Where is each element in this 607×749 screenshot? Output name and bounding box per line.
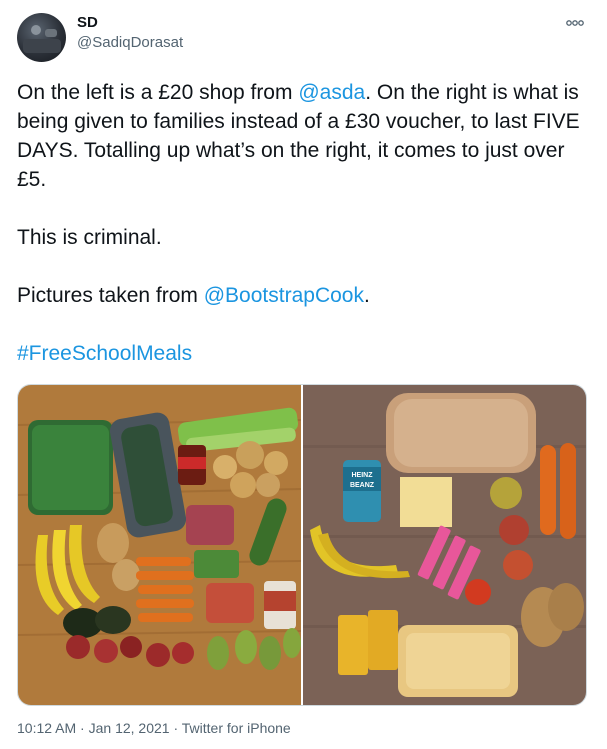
tweet-date-link[interactable]: Jan 12, 2021 bbox=[89, 720, 170, 736]
tweet-time-link[interactable]: 10:12 AM bbox=[17, 720, 76, 736]
more-options-icon bbox=[566, 20, 584, 26]
avatar-detail bbox=[23, 39, 61, 53]
meta-separator: · bbox=[169, 720, 182, 736]
tweet-paragraph: This is criminal. bbox=[17, 226, 162, 249]
tweet-text-segment: On the left is a £20 shop from bbox=[17, 81, 299, 104]
can-label-heinz: HEINZ bbox=[352, 472, 374, 479]
tweet-media[interactable]: HEINZ BEANZ bbox=[17, 384, 587, 706]
avatar[interactable] bbox=[17, 13, 66, 62]
avatar-detail bbox=[31, 25, 41, 35]
hashtag-link[interactable]: #FreeSchoolMeals bbox=[17, 342, 192, 365]
more-options-button[interactable] bbox=[563, 12, 587, 34]
mention-asda-link[interactable]: @asda bbox=[298, 81, 365, 104]
avatar-detail bbox=[45, 29, 57, 37]
media-photos: HEINZ BEANZ bbox=[18, 385, 586, 705]
user-handle[interactable]: @SadiqDorasat bbox=[77, 33, 183, 53]
mention-bootstrapcook-link[interactable]: @BootstrapCook bbox=[204, 284, 364, 307]
tweet-text: On the left is a £20 shop from @asda. On… bbox=[17, 78, 592, 368]
tweet: SD @SadiqDorasat On the left is a £20 sh… bbox=[0, 0, 607, 749]
display-name[interactable]: SD bbox=[77, 13, 98, 33]
tweet-paragraph: On the left is a £20 shop from @asda. On… bbox=[17, 78, 592, 194]
right-photo[interactable]: HEINZ BEANZ bbox=[303, 385, 586, 705]
tweet-paragraph: #FreeSchoolMeals bbox=[17, 339, 592, 368]
tweet-text-segment: Pictures taken from bbox=[17, 284, 204, 307]
tweet-paragraph: Pictures taken from @BootstrapCook. bbox=[17, 281, 592, 310]
can-label-beanz: BEANZ bbox=[350, 482, 375, 489]
tweet-text-segment: . bbox=[363, 284, 370, 307]
tweet-source-link[interactable]: Twitter for iPhone bbox=[182, 720, 291, 736]
meta-separator: · bbox=[76, 720, 89, 736]
tweet-metadata: 10:12 AM · Jan 12, 2021 · Twitter for iP… bbox=[17, 718, 291, 738]
left-photo[interactable] bbox=[18, 385, 302, 705]
